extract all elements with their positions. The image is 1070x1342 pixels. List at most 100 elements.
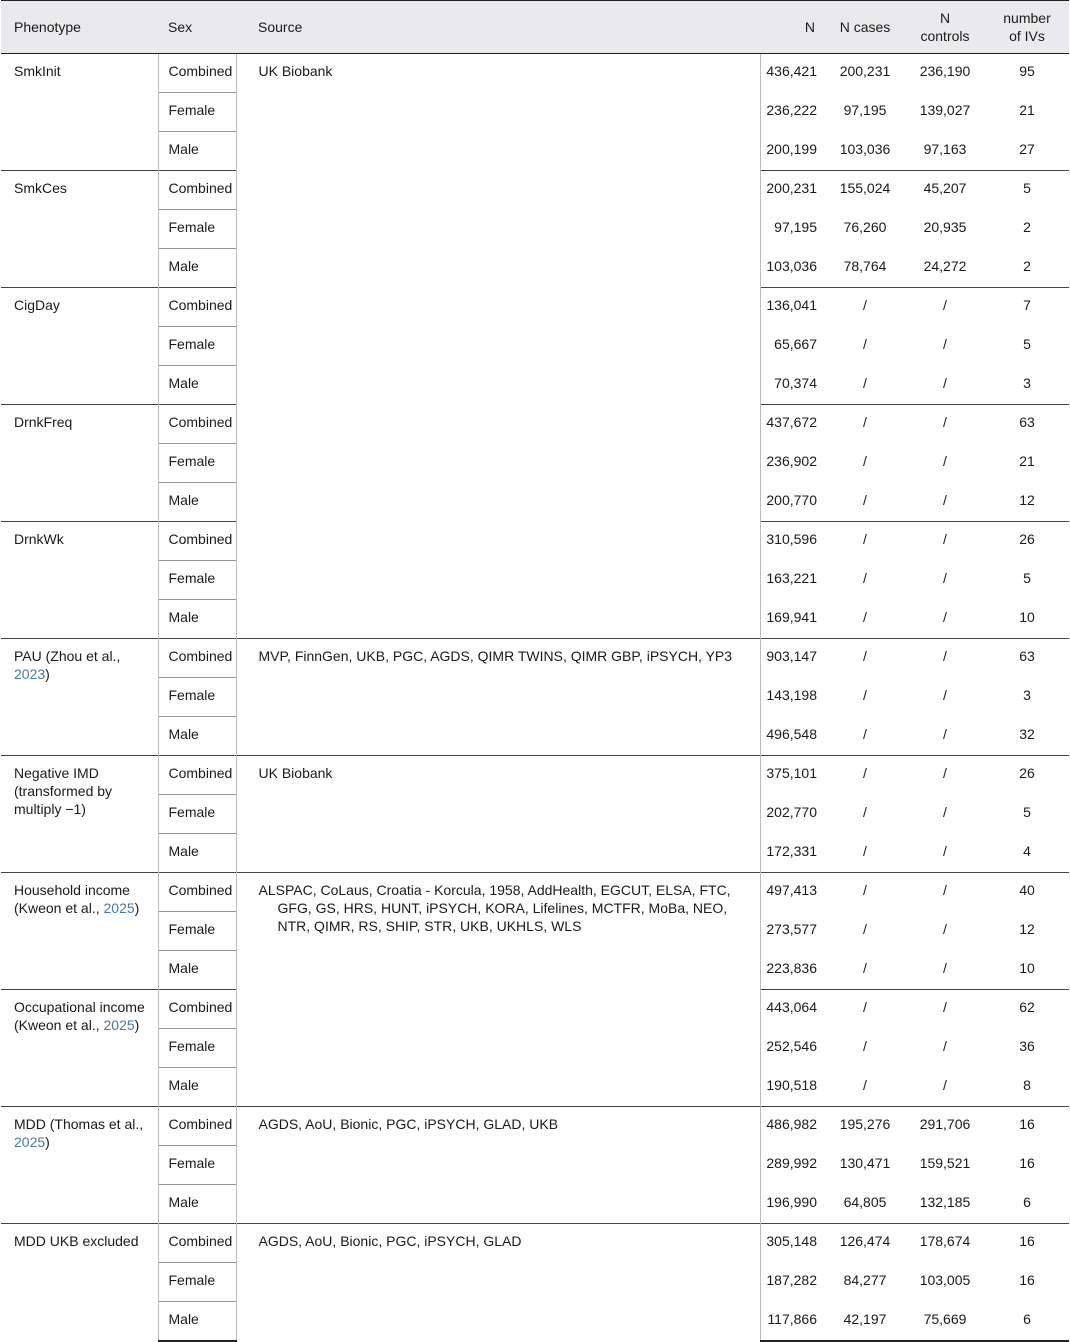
ivs-cell: 32: [1019, 725, 1035, 742]
citation-year-link[interactable]: 2023: [14, 666, 45, 682]
table-row: MDD (Thomas et al., 2025) Combined AGDS, A…: [1, 1106, 1069, 1224]
n-controls-cell: /: [905, 521, 985, 561]
source-text: UK Biobank: [258, 63, 333, 79]
source-text: MVP, FinnGen, UKB, PGC, AGDS, QIMR TWINS…: [258, 648, 733, 664]
sex-cell: Female: [158, 911, 236, 951]
n-cases-cell: /: [863, 1076, 867, 1093]
table-row: SmkInit Combined UK Biobank 436,421 200,231 2…: [1, 53, 1069, 639]
header-n-controls-line2: controls: [920, 28, 970, 44]
n-cases-cell: 155,024: [825, 170, 905, 210]
n-cases-cell: 200,231: [839, 63, 891, 79]
sex-cell: Female: [158, 1262, 236, 1302]
sex-cell: Combined: [158, 1106, 236, 1146]
n-controls-cell: /: [905, 989, 985, 1029]
ivs-cell: 21: [1019, 101, 1035, 118]
ivs-cell: 10: [1019, 608, 1035, 625]
ivs-cell: 5: [985, 170, 1069, 210]
n-cell: 172,331: [766, 842, 817, 859]
n-cell: 169,941: [766, 608, 817, 625]
n-cell: 223,836: [766, 959, 817, 976]
ivs-cell: 16: [1019, 1154, 1035, 1171]
sex-cell: Female: [158, 677, 236, 717]
n-cases-cell: 84,277: [843, 1271, 887, 1288]
n-cell: 70,374: [774, 374, 817, 391]
n-controls-cell: /: [943, 374, 947, 391]
header-ivs-line1: number: [1003, 10, 1051, 26]
ivs-cell: 6: [985, 1301, 1069, 1342]
phenotype-label-tail: ): [134, 900, 140, 916]
sex-cell: Combined: [158, 1223, 236, 1263]
n-controls-cell: /: [943, 491, 947, 508]
n-controls-cell: /: [943, 1076, 947, 1093]
n-controls-cell: 45,207: [905, 170, 985, 210]
n-controls-cell: /: [943, 452, 947, 469]
header-source: Source: [236, 0, 760, 54]
sex-cell: Combined: [158, 872, 236, 912]
ivs-cell: 2: [1023, 257, 1031, 274]
n-cases-cell: 126,474: [825, 1223, 905, 1263]
phenotype-cell: Negative IMD (transformed by multiply −1…: [1, 755, 159, 873]
n-cell: 187,282: [766, 1271, 817, 1288]
source-cell: UK Biobank: [235, 755, 761, 873]
citation-year-link[interactable]: 2025: [14, 1134, 45, 1150]
n-cases-cell: /: [825, 404, 905, 444]
sex-cell: Combined: [158, 170, 236, 210]
n-cell: 65,667: [774, 335, 817, 352]
sex-cell: Female: [158, 326, 236, 366]
table-row: PAU (Zhou et al., 2023) Combined MVP, Finn…: [1, 638, 1069, 756]
sex-cell: Male: [158, 716, 236, 756]
sex-cell: Male: [158, 1301, 236, 1342]
sex-cell: Combined: [158, 287, 236, 327]
table-row: Negative IMD (transformed by multiply −1…: [1, 755, 1069, 873]
ivs-cell: 16: [985, 1223, 1069, 1263]
n-controls-cell: /: [943, 569, 947, 586]
n-controls-cell: 132,185: [919, 1193, 971, 1210]
n-controls-cell: /: [905, 872, 985, 912]
sex-cell: Male: [158, 482, 236, 522]
ivs-cell: 3: [1023, 686, 1031, 703]
sex-cell: Male: [158, 248, 236, 288]
n-cell: 200,199: [766, 140, 817, 157]
n-cases-cell: /: [863, 452, 867, 469]
citation-year-link[interactable]: 2025: [104, 1017, 135, 1033]
source-text: UK Biobank: [258, 765, 333, 781]
n-cases-cell: /: [863, 1037, 867, 1054]
phenotype-cell: CigDay: [1, 287, 159, 405]
source-text: AGDS, AoU, Bionic, PGC, iPSYCH, GLAD: [258, 1233, 522, 1249]
n-cell: 252,546: [766, 1037, 817, 1054]
n-cases-cell: /: [863, 686, 867, 703]
n-cell: 273,577: [766, 920, 817, 937]
ivs-cell: 8: [1023, 1076, 1031, 1093]
n-cell: 103,036: [766, 257, 817, 274]
ivs-cell: 4: [1023, 842, 1031, 859]
n-cell: 202,770: [766, 803, 817, 820]
n-cases-cell: /: [863, 959, 867, 976]
n-cell: 190,518: [766, 1076, 817, 1093]
phenotype-label: DrnkWk: [14, 531, 64, 547]
phenotype-label: SmkInit: [14, 63, 61, 79]
sex-cell: Male: [158, 1067, 236, 1107]
n-cases-cell: 195,276: [825, 1106, 905, 1146]
ivs-cell: 7: [985, 287, 1069, 327]
sex-cell: Male: [158, 365, 236, 405]
sex-cell: Combined: [158, 989, 236, 1029]
n-cases-cell: /: [863, 569, 867, 586]
citation-year-link[interactable]: 2025: [104, 900, 135, 916]
sex-cell: Female: [158, 1028, 236, 1068]
phenotype-label: DrnkFreq: [14, 414, 73, 430]
ivs-cell: 26: [985, 755, 1069, 795]
phenotype-label: Negative IMD (transformed by multiply −1…: [14, 765, 113, 817]
n-cases-cell: /: [863, 608, 867, 625]
header-n-controls: Ncontrols: [905, 0, 985, 54]
ivs-cell: 63: [985, 404, 1069, 444]
n-cell: 136,041: [760, 287, 825, 327]
n-controls-cell: /: [943, 803, 947, 820]
ivs-cell: 63: [985, 638, 1069, 678]
n-cell: 289,992: [766, 1154, 817, 1171]
ivs-cell: 16: [1019, 1271, 1035, 1288]
phenotype-cell: Occupational income (Kweon et al., 2025): [1, 989, 159, 1107]
n-cases-cell: 64,805: [843, 1193, 887, 1210]
n-cell: 117,866: [760, 1301, 825, 1342]
phenotype-cell: MDD (Thomas et al., 2025): [1, 1106, 159, 1224]
table-row: MDD UKB excluded Combined AGDS, AoU, Bioni…: [1, 1223, 1069, 1341]
